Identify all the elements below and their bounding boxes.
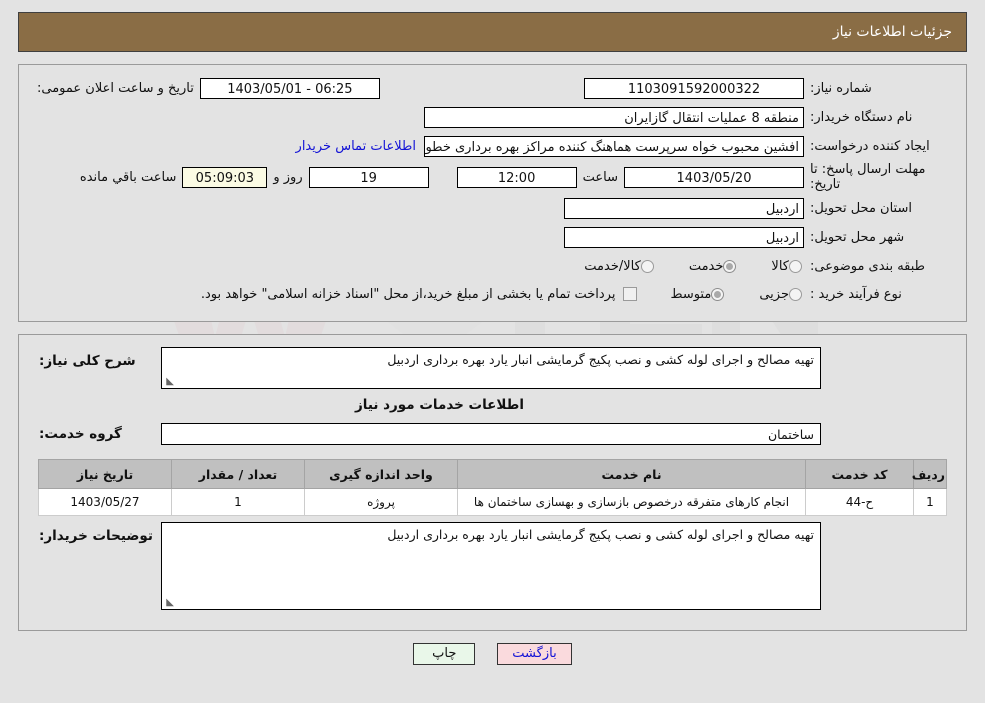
- service-group-value[interactable]: ساختمان: [161, 423, 821, 445]
- radio-icon[interactable]: [723, 259, 737, 273]
- cell-quantity: 1: [171, 488, 305, 516]
- cell-service-name: انجام کارهای متفرقه درخصوص بازسازی و بهس…: [457, 488, 806, 516]
- process-row: نوع فرآیند خرید : جزیی متوسط پرداخت تمام…: [31, 281, 954, 307]
- buyer-contact-link[interactable]: اطلاعات تماس خریدار: [288, 139, 424, 154]
- remaining-hours-label: ساعت باقي مانده: [79, 169, 177, 185]
- radio-icon[interactable]: [711, 287, 725, 301]
- deadline-time-label: ساعت: [582, 169, 618, 185]
- category-option-kala-khedmat[interactable]: کالا/خدمت: [577, 259, 654, 274]
- col-need-date: تاریخ نیاز: [38, 459, 172, 489]
- page-header: جزئیات اطلاعات نیاز: [18, 12, 967, 52]
- need-number-row: شماره نیاز: 1103091592000322 06:25 - 140…: [31, 75, 954, 101]
- col-service-name: نام خدمت: [457, 459, 806, 489]
- remaining-clock-value: 05:09:03: [182, 166, 268, 188]
- services-table: ردیف کد خدمت نام خدمت واحد اندازه گیری ت…: [38, 459, 947, 516]
- print-button[interactable]: چاپ: [413, 643, 476, 665]
- category-option-label: خدمت: [688, 258, 724, 274]
- process-option-jozee[interactable]: جزیی: [752, 287, 802, 302]
- col-unit: واحد اندازه گیری: [304, 459, 458, 489]
- announce-datetime-value[interactable]: 06:25 - 1403/05/01: [199, 77, 380, 99]
- back-button[interactable]: بازگشت: [497, 643, 572, 665]
- need-number-label: شماره نیاز:: [810, 80, 872, 96]
- service-group-row: ساختمان گروه خدمت:: [31, 423, 954, 445]
- radio-icon[interactable]: [789, 259, 802, 273]
- table-header-row: ردیف کد خدمت نام خدمت واحد اندازه گیری ت…: [38, 459, 947, 489]
- deadline-label: مهلت ارسال پاسخ: تا تاریخ:: [810, 162, 926, 192]
- creator-row: ایجاد کننده درخواست: افشین محبوب خواه سر…: [31, 133, 954, 159]
- cell-service-code: ح-44: [805, 488, 914, 516]
- resize-grip-icon[interactable]: ◣: [164, 377, 174, 387]
- category-row: طبقه بندی موضوعی: کالا خدمت کالا/خدمت: [31, 253, 954, 279]
- category-option-label: کالا: [771, 258, 789, 274]
- process-option-motavaset[interactable]: متوسط: [663, 286, 725, 302]
- radio-icon[interactable]: [789, 287, 802, 301]
- process-label: نوع فرآیند خرید :: [810, 286, 902, 302]
- creator-value[interactable]: افشین محبوب خواه سرپرست هماهنگ کننده مرا…: [424, 135, 804, 157]
- treasury-note: پرداخت تمام یا بخشی از مبلغ خرید،از محل …: [200, 286, 616, 302]
- creator-label: ایجاد کننده درخواست:: [810, 138, 930, 154]
- buyer-notes-text: تهیه مصالح و اجرای لوله کشی و نصب پکیج گ…: [387, 527, 814, 542]
- radio-icon[interactable]: [640, 259, 654, 273]
- button-bar: بازگشت چاپ: [0, 643, 985, 665]
- buyer-org-row: نام دستگاه خریدار: منطقه 8 عملیات انتقال…: [31, 104, 954, 130]
- services-heading: اطلاعات خدمات مورد نیاز: [354, 397, 524, 413]
- col-quantity: تعداد / مقدار: [171, 459, 305, 489]
- cell-unit: پروژه: [304, 488, 458, 516]
- buyer-notes-row: تهیه مصالح و اجرای لوله کشی و نصب پکیج گ…: [31, 522, 954, 610]
- cell-need-date: 1403/05/27: [38, 488, 172, 516]
- province-label: استان محل تحویل:: [810, 200, 912, 216]
- summary-text: تهیه مصالح و اجرای لوله کشی و نصب پکیج گ…: [387, 352, 814, 367]
- service-group-label: گروه خدمت:: [39, 426, 122, 442]
- col-service-code: کد خدمت: [805, 459, 914, 489]
- city-label: شهر محل تحویل:: [810, 229, 905, 245]
- deadline-time-value[interactable]: 12:00: [456, 166, 577, 188]
- province-row: استان محل تحویل: اردبیل: [31, 195, 954, 221]
- process-option-label: متوسط: [670, 286, 712, 302]
- summary-row: تهیه مصالح و اجرای لوله کشی و نصب پکیج گ…: [31, 347, 954, 389]
- category-label: طبقه بندی موضوعی:: [810, 258, 926, 274]
- province-value[interactable]: اردبیل: [564, 197, 804, 219]
- summary-label: شرح کلی نیاز:: [39, 353, 136, 369]
- category-option-label: کالا/خدمت: [584, 258, 641, 274]
- category-option-khedmat[interactable]: خدمت: [682, 259, 737, 274]
- page-title: جزئیات اطلاعات نیاز: [832, 24, 952, 40]
- col-radif: ردیف: [912, 459, 947, 489]
- remaining-days-label: روز و: [273, 169, 303, 185]
- need-number-value[interactable]: 1103091592000322: [584, 77, 804, 99]
- buyer-org-value[interactable]: منطقه 8 عملیات انتقال گازایران: [424, 106, 804, 128]
- need-details-panel: تهیه مصالح و اجرای لوله کشی و نصب پکیج گ…: [18, 334, 967, 631]
- treasury-checkbox[interactable]: [623, 287, 638, 301]
- announce-datetime-label: تاریخ و ساعت اعلان عمومی:: [37, 80, 194, 96]
- cell-radif: 1: [913, 488, 947, 516]
- process-option-label: جزیی: [759, 286, 789, 302]
- city-value[interactable]: اردبیل: [564, 226, 804, 248]
- resize-grip-icon[interactable]: ◣: [164, 598, 174, 608]
- deadline-row: مهلت ارسال پاسخ: تا تاریخ: 1403/05/20 سا…: [31, 162, 954, 192]
- need-info-panel: شماره نیاز: 1103091592000322 06:25 - 140…: [18, 64, 967, 322]
- category-option-kala[interactable]: کالا: [764, 259, 802, 274]
- buyer-org-label: نام دستگاه خریدار:: [810, 109, 913, 125]
- remaining-days-value[interactable]: 19: [308, 166, 429, 188]
- deadline-date-value[interactable]: 1403/05/20: [624, 166, 804, 188]
- buyer-notes-label: توضیحات خریدار:: [39, 528, 153, 544]
- city-row: شهر محل تحویل: اردبیل: [31, 224, 954, 250]
- summary-textarea[interactable]: تهیه مصالح و اجرای لوله کشی و نصب پکیج گ…: [161, 347, 821, 389]
- table-row: 1 ح-44 انجام کارهای متفرقه درخصوص بازساز…: [38, 488, 947, 516]
- buyer-notes-textarea[interactable]: تهیه مصالح و اجرای لوله کشی و نصب پکیج گ…: [161, 522, 821, 610]
